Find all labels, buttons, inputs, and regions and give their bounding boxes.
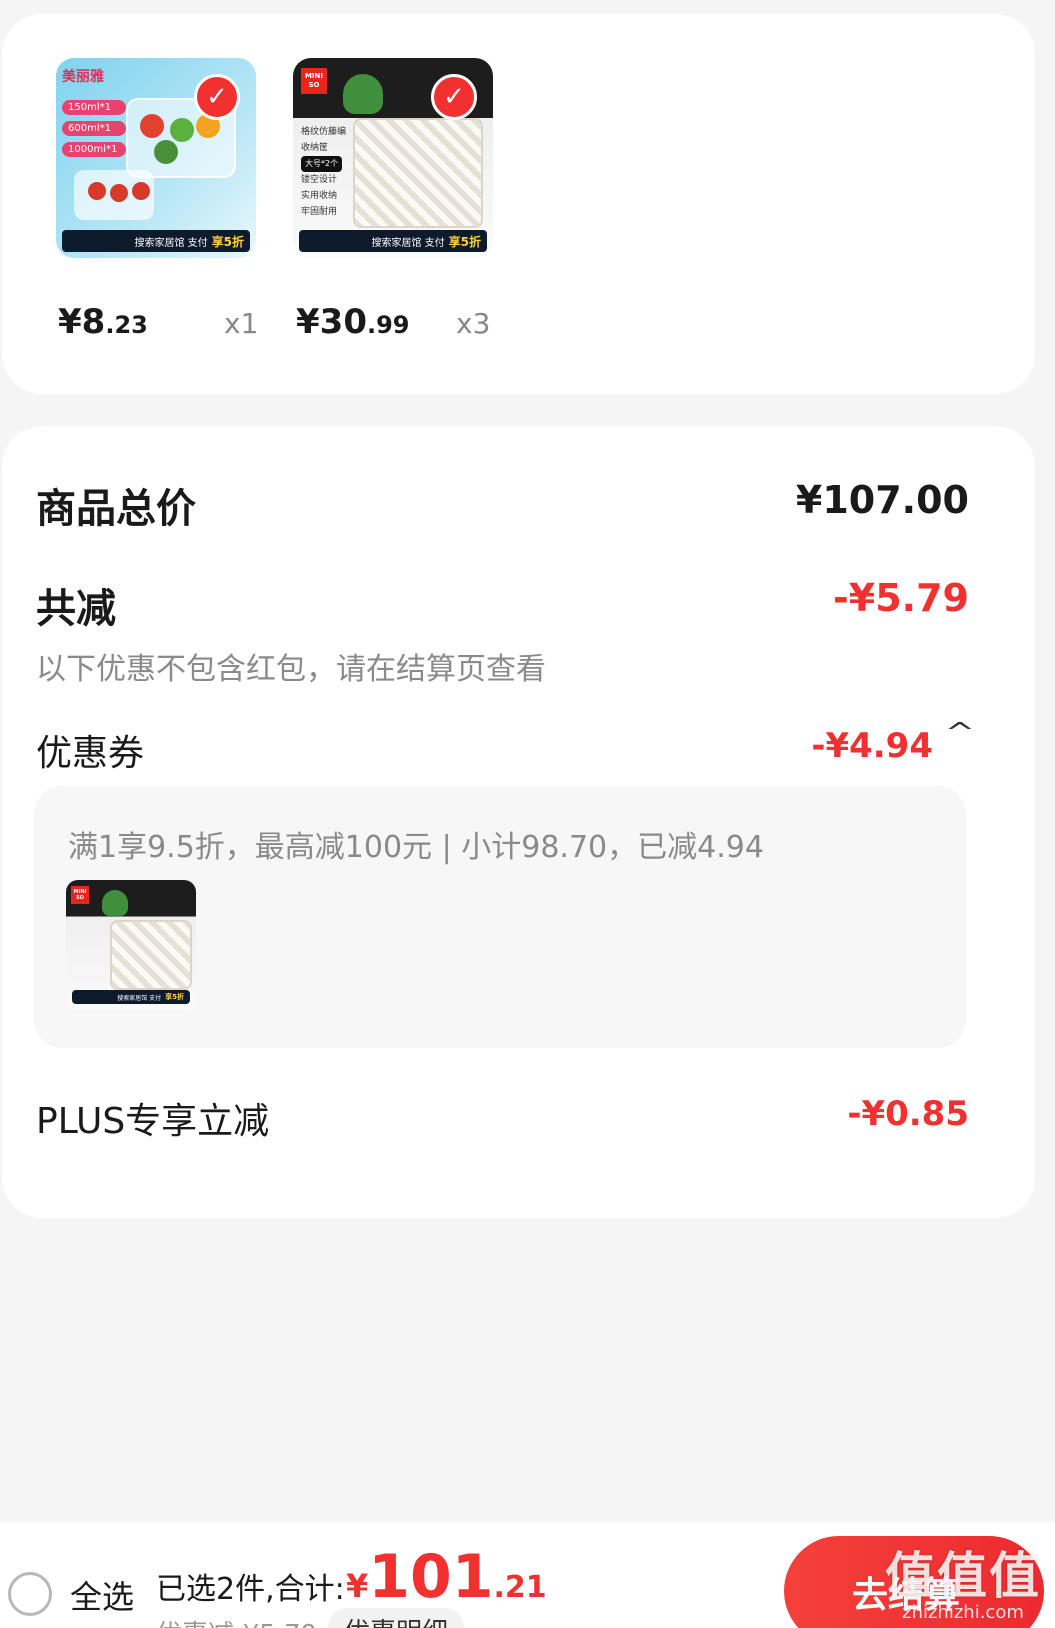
promo-banner: 搜索家居馆 支付 享5折 bbox=[299, 230, 487, 252]
capacity-tag: 600ml*1 bbox=[62, 121, 126, 136]
price-integer: ¥30 bbox=[296, 302, 367, 342]
chevron-up-icon[interactable]: ^ bbox=[945, 718, 976, 748]
container-image-small bbox=[74, 170, 154, 220]
feature-item: 牢固耐用 bbox=[301, 207, 338, 217]
discount-note: 以下优惠不包含红包，请在结算页查看 bbox=[36, 652, 546, 687]
total-price-label: 商品总价 bbox=[36, 486, 196, 532]
feature-item: 实用收纳 bbox=[301, 191, 338, 201]
total-currency: ¥ bbox=[346, 1567, 369, 1605]
total-decimal: .21 bbox=[493, 1570, 547, 1605]
discount-total-label: 共减 bbox=[36, 586, 116, 632]
price-decimal: .23 bbox=[105, 311, 148, 339]
promo-banner-text: 搜索家居馆 支付 bbox=[134, 237, 208, 249]
plus-discount-label: PLUS专享立减 bbox=[36, 1101, 270, 1142]
total-price-value: ¥107.00 bbox=[795, 478, 969, 522]
product-price-1: ¥8.23 bbox=[58, 302, 148, 342]
size-pill: 大号*2个 bbox=[301, 156, 343, 172]
product-brand-logo: 美丽雅 bbox=[62, 69, 104, 85]
product-price-2: ¥30.99 bbox=[296, 302, 410, 342]
miniso-logo: MINI SO bbox=[71, 886, 89, 904]
product-info-text: 格纹仿藤编 收纳筐 大号*2个 镂空设计 实用收纳 牢固耐用 bbox=[301, 124, 357, 220]
selected-check-icon[interactable]: ✓ bbox=[194, 74, 240, 120]
product-qty-1: x1 bbox=[224, 307, 259, 340]
basket-image bbox=[353, 118, 483, 228]
selected-count-label: 已选2件,合计: bbox=[156, 1572, 345, 1607]
selected-check-icon[interactable]: ✓ bbox=[431, 74, 477, 120]
coupon-product-thumbnail[interactable]: MINI SO 搜索家居馆 支付 享5折 bbox=[66, 880, 196, 1010]
discount-summary: 优惠减:¥5.79 bbox=[156, 1614, 317, 1628]
select-all-radio[interactable] bbox=[8, 1572, 52, 1616]
promo-banner: 搜索家居馆 支付 享5折 bbox=[72, 990, 190, 1004]
capacity-tags: 150ml*1 600ml*1 1000ml*1 bbox=[62, 100, 126, 163]
promo-banner-highlight: 享5折 bbox=[448, 234, 481, 249]
discount-total-value: -¥5.79 bbox=[833, 576, 969, 620]
promo-banner-highlight: 享5折 bbox=[211, 234, 244, 249]
price-decimal: .99 bbox=[366, 311, 410, 339]
select-all-label[interactable]: 全选 bbox=[70, 1572, 134, 1618]
price-integer: ¥8 bbox=[58, 302, 106, 342]
basket-image bbox=[110, 920, 192, 990]
plant-image bbox=[343, 74, 383, 114]
promo-banner: 搜索家居馆 支付 享5折 bbox=[62, 230, 250, 252]
capacity-tag: 1000ml*1 bbox=[62, 142, 126, 157]
capacity-tag: 150ml*1 bbox=[62, 100, 126, 115]
watermark-text: 值值值 bbox=[885, 1547, 1041, 1605]
miniso-logo: MINI SO bbox=[301, 68, 327, 94]
price-summary-card: 商品总价 ¥107.00 共减 -¥5.79 以下优惠不包含红包，请在结算页查看… bbox=[2, 426, 1035, 1218]
coupon-value[interactable]: -¥4.94 bbox=[811, 726, 933, 766]
selected-products-card: 美丽雅 150ml*1 600ml*1 1000ml*1 搜索家居馆 支付 享5… bbox=[2, 14, 1035, 394]
promo-banner-highlight: 享5折 bbox=[165, 993, 184, 1001]
product-thumbnail-2[interactable]: MINI SO 格纹仿藤编 收纳筐 大号*2个 镂空设计 实用收纳 牢固耐用 搜… bbox=[293, 58, 493, 258]
total-amount: ¥101.21 bbox=[346, 1542, 547, 1612]
plant-image bbox=[102, 890, 128, 916]
product-title-line: 格纹仿藤编 bbox=[301, 127, 347, 137]
product-thumbnail-1[interactable]: 美丽雅 150ml*1 600ml*1 1000ml*1 搜索家居馆 支付 享5… bbox=[56, 58, 256, 258]
total-integer: 101 bbox=[368, 1542, 494, 1612]
watermark-domain: zhizhizhi.com bbox=[902, 1602, 1024, 1623]
plus-discount-value: -¥0.85 bbox=[847, 1094, 969, 1134]
product-title-line: 收纳筐 bbox=[301, 143, 329, 153]
watermark: 值值值 zhizhizhi.com bbox=[885, 1536, 1041, 1623]
promo-banner-text: 搜索家居馆 支付 bbox=[117, 994, 162, 1002]
feature-item: 镂空设计 bbox=[301, 175, 338, 185]
product-qty-2: x3 bbox=[456, 307, 491, 340]
coupon-rule-text: 满1享9.5折，最高减100元 | 小计98.70，已减4.94 bbox=[68, 830, 764, 865]
promo-banner-text: 搜索家居馆 支付 bbox=[371, 237, 445, 249]
coupon-detail-panel: 满1享9.5折，最高减100元 | 小计98.70，已减4.94 MINI SO… bbox=[34, 786, 966, 1048]
discount-detail-button[interactable]: 优惠明细 bbox=[328, 1608, 465, 1628]
coupon-label: 优惠券 bbox=[36, 733, 145, 774]
